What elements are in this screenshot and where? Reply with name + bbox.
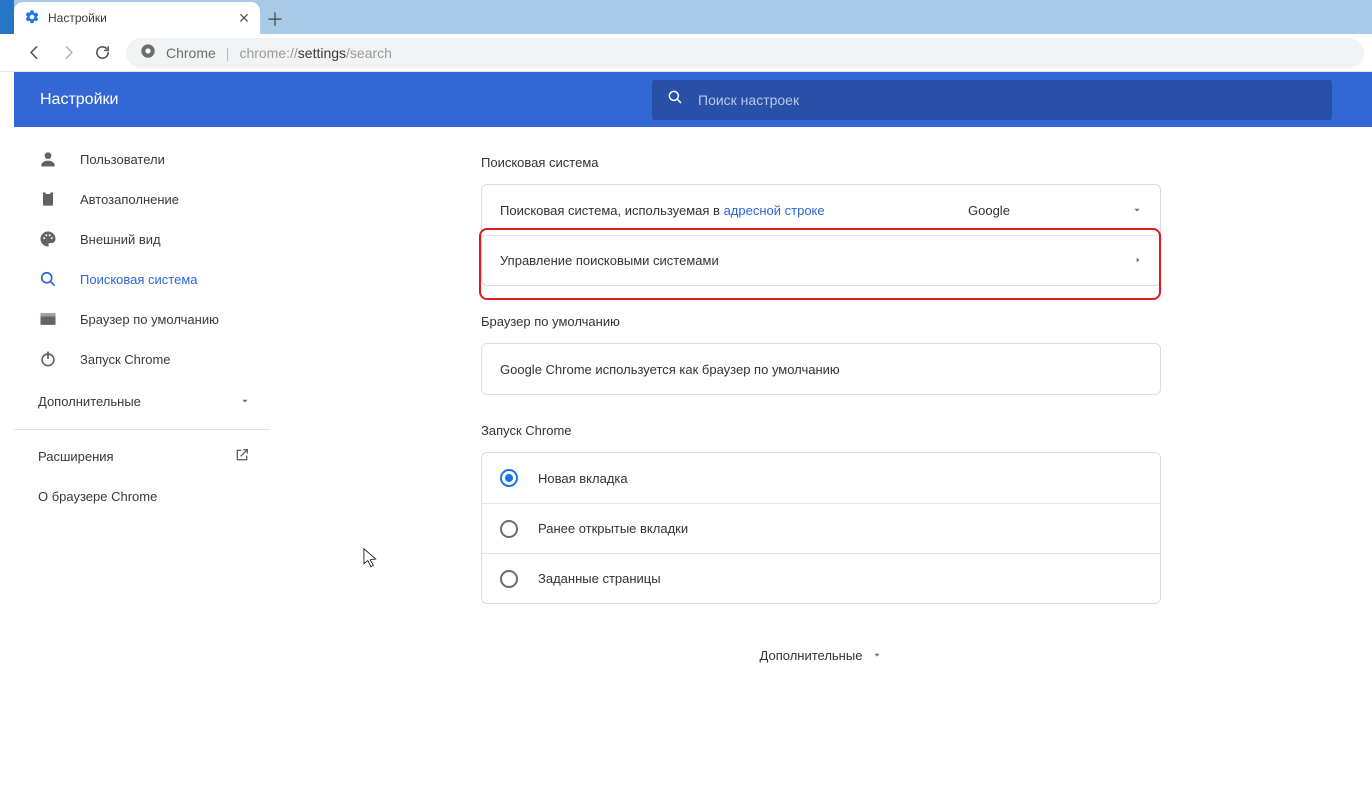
address-bar-link[interactable]: адресной строке — [724, 203, 825, 218]
power-icon — [38, 349, 58, 369]
address-bar[interactable]: Chrome | chrome://settings/search — [126, 38, 1364, 68]
sidebar-item-label: Внешний вид — [80, 232, 161, 247]
section-title-startup: Запуск Chrome — [481, 423, 1161, 438]
browser-tab[interactable]: Настройки ✕ — [14, 2, 260, 34]
person-icon — [38, 149, 58, 169]
palette-icon — [38, 229, 58, 249]
sidebar-item-on-startup[interactable]: Запуск Chrome — [14, 339, 270, 379]
radio-checked-icon — [500, 469, 518, 487]
sidebar-item-people[interactable]: Пользователи — [14, 139, 270, 179]
content-advanced-toggle[interactable]: Дополнительные — [481, 648, 1161, 663]
startup-option-label: Новая вкладка — [538, 471, 628, 486]
page-title: Настройки — [40, 91, 118, 109]
search-engine-dropdown[interactable]: Google — [968, 203, 1128, 218]
chevron-right-icon — [1134, 253, 1142, 268]
open-external-icon — [234, 447, 250, 466]
sidebar-item-label: Запуск Chrome — [80, 352, 171, 367]
startup-option-label: Заданные страницы — [538, 571, 661, 586]
browser-tabstrip: Настройки ✕ ＋ — [0, 0, 1372, 34]
sidebar-advanced-toggle[interactable]: Дополнительные — [14, 379, 270, 423]
settings-search-input[interactable] — [698, 92, 1318, 108]
settings-header: Настройки — [14, 72, 1372, 127]
section-title-default-browser: Браузер по умолчанию — [481, 314, 1161, 329]
search-icon — [666, 88, 684, 111]
sidebar-extensions[interactable]: Расширения — [14, 436, 270, 476]
sidebar-item-autofill[interactable]: Автозаполнение — [14, 179, 270, 219]
sidebar-item-label: Браузер по умолчанию — [80, 312, 219, 327]
tab-title: Настройки — [48, 11, 228, 25]
radio-unchecked-icon — [500, 520, 518, 538]
content-advanced-label: Дополнительные — [760, 648, 863, 663]
sidebar-about-label: О браузере Chrome — [38, 489, 157, 504]
sidebar-item-label: Пользователи — [80, 152, 165, 167]
sidebar-item-appearance[interactable]: Внешний вид — [14, 219, 270, 259]
settings-content: Поисковая система Поисковая система, исп… — [270, 127, 1372, 802]
clipboard-icon — [38, 189, 58, 209]
startup-option-label: Ранее открытые вкладки — [538, 521, 688, 536]
section-title-search-engine: Поисковая система — [481, 155, 1161, 170]
chevron-down-icon — [1132, 203, 1142, 218]
search-engine-label: Поисковая система, используемая в адресн… — [500, 203, 825, 218]
close-icon[interactable]: ✕ — [236, 10, 252, 26]
sidebar-item-label: Автозаполнение — [80, 192, 179, 207]
gear-icon — [24, 9, 40, 28]
omnibox-app-label: Chrome — [166, 45, 216, 61]
settings-search[interactable] — [652, 80, 1332, 120]
radio-unchecked-icon — [500, 570, 518, 588]
startup-option-new-tab[interactable]: Новая вкладка — [482, 453, 1160, 503]
search-icon — [38, 269, 58, 289]
sidebar-item-default-browser[interactable]: Браузер по умолчанию — [14, 299, 270, 339]
manage-search-engines-label: Управление поисковыми системами — [500, 253, 719, 268]
default-browser-text: Google Chrome используется как браузер п… — [500, 362, 840, 377]
sidebar-item-search-engine[interactable]: Поисковая система — [14, 259, 270, 299]
omnibox-separator: | — [226, 45, 230, 61]
omnibox-url: chrome://settings/search — [239, 45, 392, 61]
manage-search-engines-row[interactable]: Управление поисковыми системами — [482, 235, 1160, 285]
reload-button[interactable] — [88, 39, 116, 67]
chevron-down-icon — [240, 394, 250, 409]
forward-button[interactable] — [54, 39, 82, 67]
search-engine-row[interactable]: Поисковая система, используемая в адресн… — [482, 185, 1160, 235]
back-button[interactable] — [20, 39, 48, 67]
sidebar-divider — [14, 429, 270, 430]
search-engine-card: Поисковая система, используемая в адресн… — [481, 184, 1161, 286]
startup-option-specific-pages[interactable]: Заданные страницы — [482, 553, 1160, 603]
settings-sidebar: Пользователи Автозаполнение Внешний вид … — [14, 127, 270, 516]
startup-card: Новая вкладка Ранее открытые вкладки Зад… — [481, 452, 1161, 604]
sidebar-about-chrome[interactable]: О браузере Chrome — [14, 476, 270, 516]
sidebar-item-label: Поисковая система — [80, 272, 198, 287]
new-tab-button[interactable]: ＋ — [260, 4, 290, 34]
default-browser-card: Google Chrome используется как браузер п… — [481, 343, 1161, 395]
sidebar-advanced-label: Дополнительные — [38, 394, 141, 409]
default-browser-row: Google Chrome используется как браузер п… — [482, 344, 1160, 394]
chevron-down-icon — [872, 648, 882, 663]
browser-toolbar: Chrome | chrome://settings/search — [0, 34, 1372, 72]
chrome-logo-icon — [140, 43, 156, 62]
sidebar-extensions-label: Расширения — [38, 449, 114, 464]
startup-option-continue[interactable]: Ранее открытые вкладки — [482, 503, 1160, 553]
browser-icon — [38, 309, 58, 329]
os-side-strip — [0, 0, 14, 34]
settings-page: Настройки Пользователи Автозаполнение Вн… — [14, 72, 1372, 802]
